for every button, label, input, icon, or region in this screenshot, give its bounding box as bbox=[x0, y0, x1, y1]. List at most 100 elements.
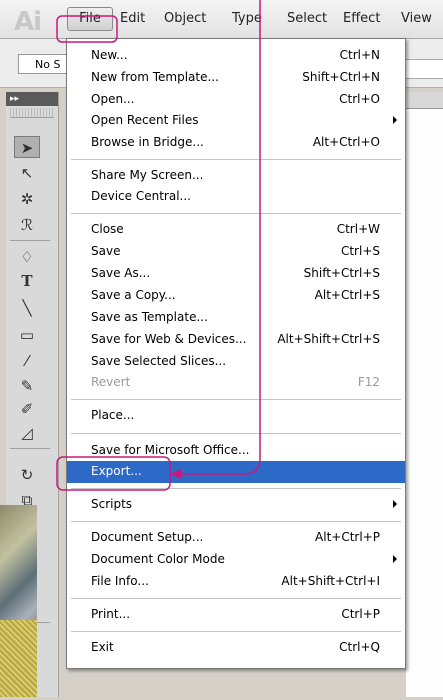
menu-item-label: Open Recent Files bbox=[91, 113, 199, 127]
menu-item-shortcut: Ctrl+O bbox=[339, 92, 380, 106]
menu-edit[interactable]: Edit bbox=[120, 11, 145, 26]
menu-separator bbox=[71, 433, 401, 434]
menu-item-shortcut: Alt+Ctrl+O bbox=[312, 135, 380, 149]
menu-item-label: Save a Copy... bbox=[91, 288, 176, 302]
menu-separator bbox=[71, 213, 401, 214]
artboard[interactable] bbox=[406, 109, 443, 697]
tool-divider bbox=[10, 240, 50, 241]
menu-select[interactable]: Select bbox=[287, 11, 327, 26]
menu-separator bbox=[71, 488, 401, 489]
menu-item-document-color-mode[interactable]: Document Color Mode bbox=[67, 549, 405, 571]
menu-item-place[interactable]: Place... bbox=[67, 405, 405, 427]
menu-item-label: Save Selected Slices... bbox=[91, 354, 227, 368]
menu-type[interactable]: Type bbox=[232, 11, 262, 26]
menu-item-label: Export... bbox=[91, 464, 142, 478]
menu-item-save-as-template[interactable]: Save as Template... bbox=[67, 307, 405, 329]
menu-item-label: Document Color Mode bbox=[91, 552, 225, 566]
magic-wand-tool-icon[interactable]: ✲ bbox=[14, 188, 40, 210]
placed-image-texture bbox=[0, 620, 37, 697]
menu-separator bbox=[71, 631, 401, 632]
lasso-tool-icon[interactable]: ℛ bbox=[14, 214, 40, 236]
menu-item-shortcut: F12 bbox=[357, 375, 380, 389]
menu-item-label: Close bbox=[91, 222, 124, 236]
menu-item-label: New... bbox=[91, 48, 128, 62]
menu-view[interactable]: View bbox=[401, 11, 432, 26]
menu-item-new[interactable]: New... Ctrl+N bbox=[67, 45, 405, 67]
menu-item-shortcut: Alt+Shift+Ctrl+S bbox=[277, 332, 380, 346]
submenu-arrow-icon bbox=[393, 500, 397, 508]
rotate-tool-icon[interactable]: ↻ bbox=[14, 464, 40, 486]
app-logo: Ai bbox=[14, 7, 42, 37]
menu-item-export[interactable]: Export... bbox=[67, 461, 405, 483]
menu-item-exit[interactable]: Exit Ctrl+Q bbox=[67, 637, 405, 659]
menu-separator bbox=[71, 399, 401, 400]
menu-item-label: Place... bbox=[91, 408, 135, 422]
menu-file[interactable]: File bbox=[67, 7, 113, 31]
submenu-arrow-icon bbox=[393, 555, 397, 563]
menu-object[interactable]: Object bbox=[164, 11, 206, 26]
pencil-tool-icon[interactable]: ✎ bbox=[14, 375, 40, 397]
rectangle-tool-icon[interactable]: ▭ bbox=[14, 324, 40, 346]
line-tool-icon[interactable]: ╲ bbox=[14, 297, 40, 319]
file-menu: New... Ctrl+N New from Template... Shift… bbox=[66, 38, 406, 669]
menu-item-label: Document Setup... bbox=[91, 530, 204, 544]
menu-item-document-setup[interactable]: Document Setup... Alt+Ctrl+P bbox=[67, 527, 405, 549]
direct-selection-tool-icon[interactable]: ↖ bbox=[14, 162, 40, 184]
panel-collapse-icon[interactable]: ▸▸ bbox=[6, 92, 58, 106]
document-area bbox=[406, 92, 443, 697]
menu-item-shortcut: Shift+Ctrl+N bbox=[302, 70, 380, 84]
control-field-right[interactable] bbox=[404, 59, 443, 79]
menu-item-open-recent-files[interactable]: Open Recent Files bbox=[67, 110, 405, 132]
menu-item-print[interactable]: Print... Ctrl+P bbox=[67, 604, 405, 626]
menu-item-label: Browse in Bridge... bbox=[91, 135, 204, 149]
menu-item-shortcut: Ctrl+P bbox=[341, 607, 380, 621]
menu-item-label: Print... bbox=[91, 607, 131, 621]
tool-divider bbox=[10, 448, 50, 449]
menu-item-label: New from Template... bbox=[91, 70, 219, 84]
blob-brush-tool-icon[interactable]: ✐ bbox=[14, 398, 40, 420]
menu-item-label: Scripts bbox=[91, 497, 133, 511]
selection-tool-icon[interactable]: ➤ bbox=[14, 136, 40, 158]
menu-item-close[interactable]: Close Ctrl+W bbox=[67, 219, 405, 241]
menu-item-save[interactable]: Save Ctrl+S bbox=[67, 241, 405, 263]
menu-item-browse-in-bridge[interactable]: Browse in Bridge... Alt+Ctrl+O bbox=[67, 132, 405, 154]
menu-item-shortcut: Alt+Ctrl+P bbox=[315, 530, 380, 544]
menu-item-save-for-microsoft-office[interactable]: Save for Microsoft Office... bbox=[67, 440, 405, 462]
menu-item-label: Save as Template... bbox=[91, 310, 208, 324]
menu-separator bbox=[71, 598, 401, 599]
menu-item-label: Device Central... bbox=[91, 189, 191, 203]
menu-item-label: Save bbox=[91, 244, 121, 258]
menu-separator bbox=[71, 521, 401, 522]
menu-item-save-selected-slices[interactable]: Save Selected Slices... bbox=[67, 351, 405, 373]
document-tab[interactable] bbox=[406, 92, 443, 109]
menu-item-file-info[interactable]: File Info... Alt+Shift+Ctrl+I bbox=[67, 571, 405, 593]
menu-item-label: Share My Screen... bbox=[91, 168, 204, 182]
menu-item-open[interactable]: Open... Ctrl+O bbox=[67, 89, 405, 111]
menu-item-label: Save for Web & Devices... bbox=[91, 332, 247, 346]
menu-separator bbox=[71, 159, 401, 160]
menu-effect[interactable]: Effect bbox=[343, 11, 380, 26]
menu-item-label: Save for Microsoft Office... bbox=[91, 443, 250, 457]
menu-item-save-for-web[interactable]: Save for Web & Devices... Alt+Shift+Ctrl… bbox=[67, 329, 405, 351]
paintbrush-tool-icon[interactable]: ⁄ bbox=[14, 350, 40, 372]
menu-item-shortcut: Ctrl+N bbox=[339, 48, 380, 62]
menu-item-share-my-screen[interactable]: Share My Screen... bbox=[67, 165, 405, 187]
menu-bar: Ai File Edit Object Type Select Effect V… bbox=[0, 0, 443, 39]
menu-item-save-a-copy[interactable]: Save a Copy... Alt+Ctrl+S bbox=[67, 285, 405, 307]
menu-item-label: Exit bbox=[91, 640, 114, 654]
pen-tool-icon[interactable]: ♢ bbox=[14, 246, 40, 268]
menu-item-shortcut: Ctrl+W bbox=[336, 222, 380, 236]
menu-item-device-central[interactable]: Device Central... bbox=[67, 186, 405, 208]
panel-grip[interactable] bbox=[10, 108, 54, 118]
menu-item-new-from-template[interactable]: New from Template... Shift+Ctrl+N bbox=[67, 67, 405, 89]
type-tool-icon[interactable]: T bbox=[14, 270, 40, 292]
menu-item-label: Open... bbox=[91, 92, 135, 106]
menu-item-revert: Revert F12 bbox=[67, 372, 405, 394]
eraser-tool-icon[interactable]: ◿ bbox=[14, 422, 40, 444]
menu-item-scripts[interactable]: Scripts bbox=[67, 494, 405, 516]
menu-item-save-as[interactable]: Save As... Shift+Ctrl+S bbox=[67, 263, 405, 285]
menu-item-shortcut: Alt+Shift+Ctrl+I bbox=[281, 574, 380, 588]
menu-item-shortcut: Alt+Ctrl+S bbox=[314, 288, 380, 302]
submenu-arrow-icon bbox=[393, 116, 397, 124]
menu-item-shortcut: Ctrl+S bbox=[340, 244, 380, 258]
